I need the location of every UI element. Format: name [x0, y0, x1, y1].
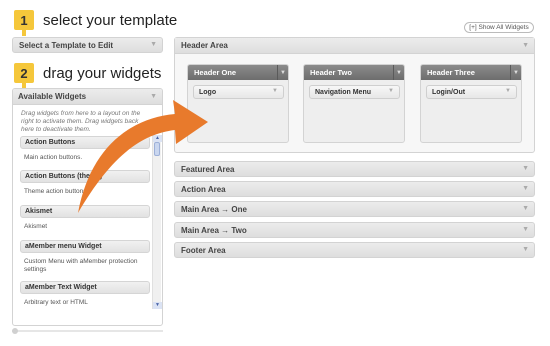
widget-description: Arbitrary text or HTML [24, 299, 88, 306]
widget-title[interactable]: Action Buttons [20, 136, 150, 149]
chevron-down-icon[interactable]: ▼ [277, 65, 288, 80]
scroll-down-icon[interactable]: ▼ [153, 302, 162, 309]
footer-area-bar[interactable]: Footer Area ▼ [174, 242, 535, 258]
widget-label: Login/Out [432, 88, 466, 96]
header-one-title: Header One [194, 68, 237, 77]
logo-widget[interactable]: Logo ▼ [193, 85, 284, 99]
main-area-one-bar[interactable]: Main Area → One ▼ [174, 201, 535, 217]
chevron-down-icon: ▼ [522, 226, 529, 233]
chevron-down-icon: ▼ [522, 246, 529, 253]
chevron-down-icon: ▼ [522, 42, 529, 49]
header-two-area: Header Two ▼ Navigation Menu ▼ [303, 64, 405, 143]
step-text: drag your widgets [43, 64, 162, 82]
chevron-down-icon: ▼ [522, 165, 529, 172]
header-three-area: Header Three ▼ Login/Out ▼ [420, 64, 522, 143]
area-label: Footer Area [181, 245, 226, 255]
step-1: 1 select your template [14, 10, 178, 36]
step-number: 2 [14, 63, 34, 83]
featured-area-bar[interactable]: Featured Area ▼ [174, 161, 535, 177]
action-area-bar[interactable]: Action Area ▼ [174, 181, 535, 197]
scroll-up-icon[interactable]: ▲ [153, 135, 162, 142]
chevron-down-icon: ▼ [150, 93, 157, 100]
header-area: Header Area ▼ Header One ▼ Logo ▼ Header… [174, 37, 535, 153]
header-two-title-bar[interactable]: Header Two ▼ [304, 65, 404, 80]
horizontal-scroll-track[interactable] [12, 330, 163, 332]
widget-list: Action Buttons Main action buttons. Acti… [13, 136, 151, 311]
chevron-down-icon: ▼ [272, 88, 278, 94]
chevron-down-icon[interactable]: ▼ [510, 65, 521, 80]
chevron-down-icon: ▼ [522, 185, 529, 192]
scroll-thumb[interactable] [154, 142, 160, 156]
step-text: select your template [43, 11, 178, 29]
main-area-two-bar[interactable]: Main Area → Two ▼ [174, 222, 535, 238]
widget-item[interactable]: Akismet Akismet [20, 205, 150, 240]
widget-item[interactable]: Action Buttons (theme) Theme action butt… [20, 170, 150, 205]
template-select[interactable]: Select a Template to Edit ▼ [12, 37, 163, 53]
area-label: Action Area [181, 184, 226, 194]
widget-item[interactable]: Action Buttons Main action buttons. [20, 136, 150, 170]
chevron-down-icon: ▼ [388, 88, 394, 94]
header-three-title: Header Three [427, 68, 475, 77]
widget-list-scrollbar[interactable]: ▲ ▼ [152, 135, 162, 309]
login-out-widget[interactable]: Login/Out ▼ [426, 85, 517, 99]
step-number: 1 [14, 10, 34, 30]
chevron-down-icon: ▼ [505, 88, 511, 94]
chevron-down-icon: ▼ [150, 41, 157, 48]
header-two-title: Header Two [310, 68, 352, 77]
available-widgets-header[interactable]: Available Widgets ▼ [13, 89, 162, 105]
widget-description: Main action buttons. [24, 154, 83, 161]
chevron-down-icon[interactable]: ▼ [393, 65, 404, 80]
horizontal-scroll-handle[interactable] [12, 328, 18, 334]
area-label: Main Area → Two [181, 225, 247, 235]
widget-item[interactable]: aMember Text Widget Arbitrary text or HT… [20, 281, 150, 311]
widget-label: Logo [199, 88, 217, 96]
widget-description: Theme action buttons. [24, 188, 89, 195]
template-select-label: Select a Template to Edit [19, 40, 114, 50]
widget-item[interactable]: aMember menu Widget Custom Menu with aMe… [20, 240, 150, 281]
available-widgets-panel: Available Widgets ▼ Drag widgets from he… [12, 88, 163, 326]
header-one-area: Header One ▼ Logo ▼ [187, 64, 289, 143]
widget-title[interactable]: Akismet [20, 205, 150, 218]
show-all-widgets-button[interactable]: [+] Show All Widgets [464, 22, 534, 33]
header-area-title-bar[interactable]: Header Area ▼ [175, 38, 534, 54]
widget-label: Navigation Menu [315, 88, 372, 96]
widget-title[interactable]: aMember menu Widget [20, 240, 150, 253]
header-three-title-bar[interactable]: Header Three ▼ [421, 65, 521, 80]
step-2: 2 drag your widgets [14, 63, 162, 89]
chevron-down-icon: ▼ [522, 205, 529, 212]
navigation-menu-widget[interactable]: Navigation Menu ▼ [309, 85, 400, 99]
header-one-title-bar[interactable]: Header One ▼ [188, 65, 288, 80]
header-area-title: Header Area [181, 41, 228, 50]
available-widgets-description: Drag widgets from here to a layout on th… [21, 110, 141, 133]
widget-description: Custom Menu with aMember protection sett… [24, 258, 138, 273]
area-label: Main Area → One [181, 204, 247, 214]
available-widgets-title: Available Widgets [18, 92, 87, 101]
widget-description: Akismet [24, 223, 48, 230]
widget-title[interactable]: aMember Text Widget [20, 281, 150, 294]
widget-title[interactable]: Action Buttons (theme) [20, 170, 150, 183]
area-label: Featured Area [181, 164, 235, 174]
